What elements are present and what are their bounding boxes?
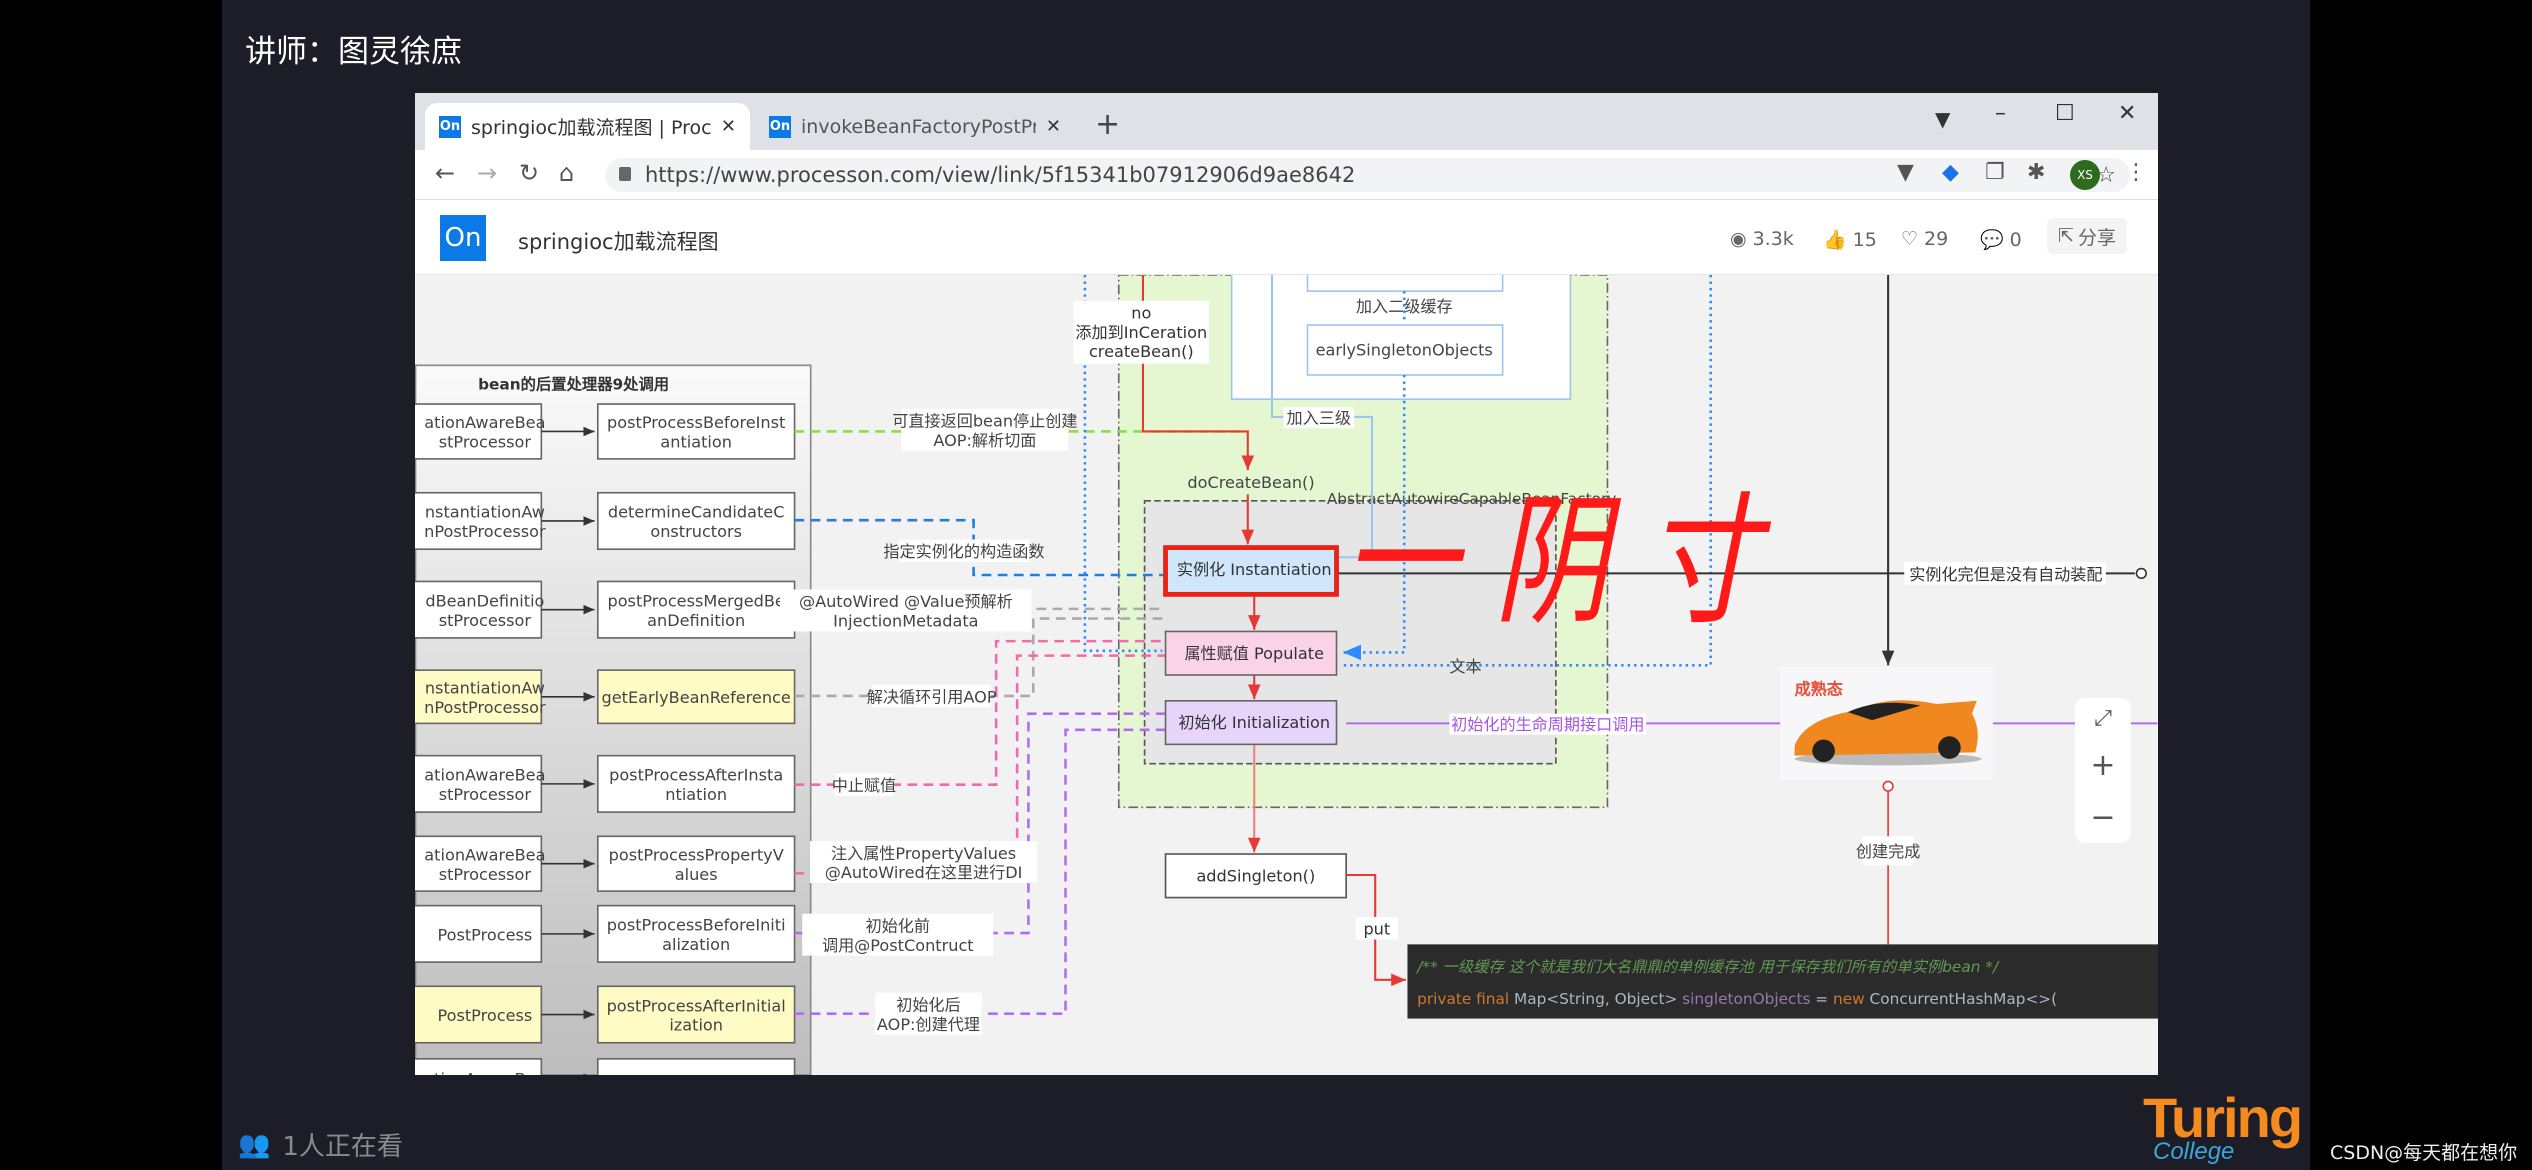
- users-icon: 👥: [238, 1129, 271, 1160]
- lock-icon: [619, 167, 631, 181]
- add-singleton-label: addSingleton(): [1196, 866, 1315, 885]
- initialization-label: 初始化 Initialization: [1178, 713, 1330, 732]
- node-text: ationAwareBea: [424, 1070, 545, 1075]
- purple-dashed-edge: [794, 712, 1166, 935]
- tab-bar: On springioc加载流程图 | ProcessOn ✕ On invokeBe…: [415, 93, 2158, 150]
- close-tab-icon[interactable]: ✕: [721, 116, 736, 137]
- watermark: CSDN@每天都在想你: [2330, 1142, 2518, 1164]
- favorites-count: 29: [1924, 228, 1949, 250]
- node-text: PostProcess: [437, 925, 532, 944]
- node-text: 中止赋值: [832, 776, 896, 795]
- minimize-button[interactable]: –: [1995, 101, 2006, 126]
- letterbox-right: [2310, 0, 2532, 1170]
- page-title: springioc加载流程图: [518, 230, 719, 254]
- lecturer-caption: 讲师：图灵徐庶: [245, 34, 462, 70]
- instantiation-label: 实例化 Instantiation: [1177, 560, 1332, 579]
- tab-title: invokeBeanFactoryPostProcessors: [801, 115, 1036, 138]
- node-text: 注入属性PropertyValues @AutoWired在这里进行DI: [825, 844, 1023, 882]
- zoom-out-icon[interactable]: −: [2090, 800, 2115, 835]
- edge-labels: 可直接返回bean停止创建 AOP:解析切面指定实例化的构造函数@AutoWire…: [780, 408, 1077, 1035]
- processon-favicon: On: [769, 115, 791, 138]
- no-autowire-label: 实例化完但是没有自动装配: [1909, 565, 2102, 584]
- share-icon: ⇱: [2058, 225, 2074, 247]
- node-text: ationAwareBea stProcessor: [424, 413, 545, 451]
- lifecycle-label: 初始化的生命周期接口调用: [1451, 715, 1644, 734]
- edge-end-circle: [2135, 567, 2147, 580]
- views-stat: ◉ 3.3k: [1730, 228, 1794, 250]
- node-text: getEarlyBeanReference: [602, 688, 791, 707]
- tab-springioc[interactable]: On springioc加载流程图 | ProcessOn ✕: [425, 103, 750, 150]
- processon-favicon: On: [439, 115, 461, 138]
- node-text: nstantiationAw nPostProcessor: [424, 679, 546, 717]
- heart-icon: ♡: [1901, 228, 1919, 250]
- likes-stat[interactable]: 👍 15: [1823, 228, 1877, 252]
- turing-college-logo: Turing College: [2143, 1086, 2303, 1165]
- node-text: 指定实例化的构造函数: [883, 542, 1044, 561]
- populate-label: 属性赋值 Populate: [1184, 644, 1324, 663]
- viewer-count-text: 1人正在看: [282, 1132, 403, 1162]
- extension-copy-icon[interactable]: ❐: [1985, 160, 2005, 185]
- panel-title: bean的后置处理器9处调用: [478, 376, 669, 394]
- flowchart: bean的后置处理器9处调用 ationAwareBea stProcessor p…: [415, 258, 2158, 1075]
- node-text: PostProcess: [437, 1006, 532, 1025]
- node-text: ationAwareBea stProcessor: [424, 845, 545, 883]
- extension-v-icon[interactable]: ▼: [1897, 160, 1914, 185]
- diagram-canvas[interactable]: bean的后置处理器9处调用 ationAwareBea stProcessor p…: [415, 258, 2158, 1075]
- do-create-bean-label: doCreateBean(): [1187, 473, 1314, 492]
- handwriting-annotation: 一 阴 寸: [1343, 479, 1771, 644]
- forward-icon[interactable]: →: [477, 159, 497, 187]
- profile-avatar[interactable]: XS: [2070, 160, 2100, 190]
- tab-invoke[interactable]: On invokeBeanFactoryPostProcessors ✕: [755, 103, 1075, 150]
- code-line: private final Map<String, Object> single…: [1417, 990, 2057, 1008]
- node-text: dBeanDefinitio stProcessor: [425, 591, 544, 629]
- early-singleton-objects-label: earlySingletonObjects: [1316, 341, 1493, 360]
- close-tab-icon[interactable]: ✕: [1046, 116, 1061, 137]
- views-count: 3.3k: [1752, 228, 1794, 250]
- thumbs-up-icon: 👍: [1823, 229, 1847, 251]
- extension-blue-icon[interactable]: ◆: [1942, 160, 1959, 185]
- third-cache-label: 加入三级: [1287, 408, 1351, 427]
- browser-window: On springioc加载流程图 | ProcessOn ✕ On invokeBe…: [415, 93, 2158, 1075]
- maximize-button[interactable]: ☐: [2055, 101, 2075, 126]
- comments-stat[interactable]: 💬 0: [1980, 228, 2022, 252]
- back-icon[interactable]: ←: [435, 159, 455, 187]
- favorites-stat[interactable]: ♡ 29: [1901, 228, 1948, 250]
- eye-icon: ◉: [1730, 228, 1747, 250]
- share-label: 分享: [2077, 226, 2116, 249]
- node-text: nstantiationAw nPostProcessor: [424, 503, 546, 541]
- new-tab-button[interactable]: +: [1095, 107, 1120, 142]
- close-window-button[interactable]: ✕: [2118, 101, 2136, 126]
- letterbox-left: [0, 0, 222, 1170]
- processon-logo[interactable]: On: [440, 215, 486, 261]
- edge-start-circle: [1882, 780, 1894, 792]
- node-text: 解决循环引用AOP: [867, 687, 997, 706]
- profile-menu-icon[interactable]: ▼: [1935, 107, 1950, 131]
- likes-count: 15: [1852, 228, 1877, 251]
- url-text: https://www.processon.com/view/link/5f15…: [645, 163, 1356, 187]
- menu-kebab-icon[interactable]: ⋮: [2125, 160, 2147, 185]
- put-label: put: [1363, 920, 1390, 939]
- page-header: On springioc加载流程图 ◉ 3.3k 👍 15 ♡ 29 💬 0 ⇱ 分享: [415, 200, 2158, 275]
- processor-method-box[interactable]: [596, 1058, 796, 1075]
- share-button[interactable]: ⇱ 分享: [2047, 218, 2127, 254]
- comment-icon: 💬: [1980, 229, 2004, 251]
- address-row: ← → ↻ ⌂ https://www.processon.com/view/l…: [415, 150, 2158, 200]
- singleton-factories-box: [1306, 258, 1504, 292]
- node-text: ationAwareBea stProcessor: [424, 766, 545, 804]
- text-label: 文本: [1449, 657, 1481, 676]
- mature-label: 成熟态: [1795, 679, 1844, 698]
- comments-count: 0: [2009, 228, 2022, 251]
- created-label: 创建完成: [1856, 842, 1920, 861]
- zoom-in-icon[interactable]: +: [2090, 748, 2115, 783]
- tab-title: springioc加载流程图 | ProcessOn: [471, 117, 711, 139]
- home-icon[interactable]: ⌂: [559, 159, 574, 187]
- viewer-count: 👥 1人正在看: [238, 1126, 403, 1163]
- extensions-puzzle-icon[interactable]: ✱: [2027, 160, 2045, 185]
- reload-icon[interactable]: ↻: [519, 159, 539, 187]
- code-comment: /** 一级缓存 这个就是我们大名鼎鼎的单例缓存池 用于保存我们所有的单实例be…: [1415, 958, 2000, 976]
- zoom-controls: ⤢ + −: [2075, 698, 2131, 843]
- fit-screen-icon[interactable]: ⤢: [2094, 706, 2112, 731]
